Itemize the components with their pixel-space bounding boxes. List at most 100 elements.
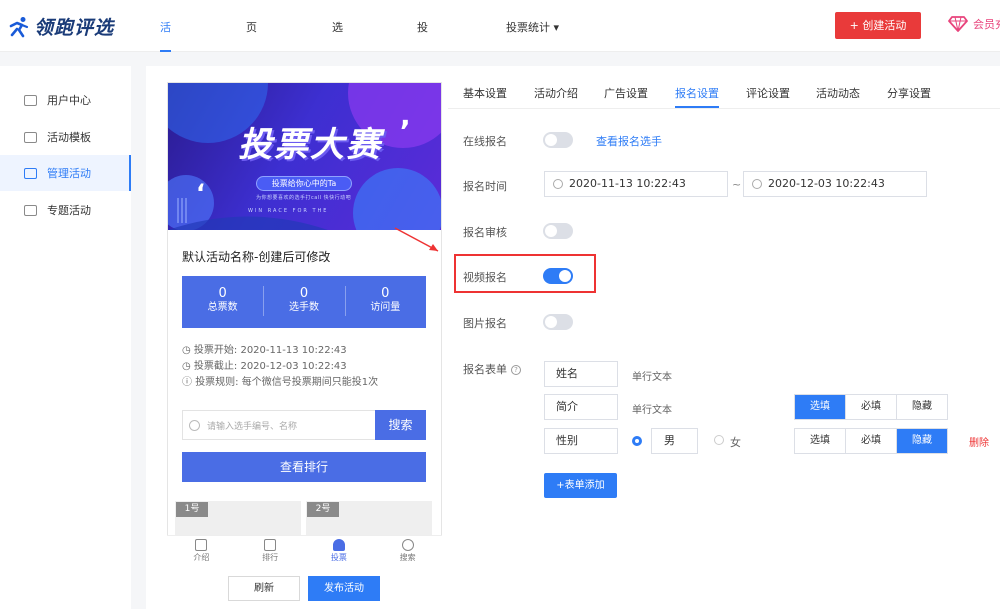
- contestant-number-badge: 1号: [176, 502, 208, 517]
- add-form-field-button[interactable]: +表单添加: [544, 473, 617, 498]
- contestant-tile[interactable]: 2号: [306, 501, 432, 535]
- delete-field-button[interactable]: 删除: [969, 434, 989, 449]
- sidebar: 用户中心 活动模板 管理活动 专题活动: [0, 66, 131, 609]
- gender-radio-female[interactable]: [714, 435, 724, 445]
- member-label: 会员充: [973, 18, 1000, 31]
- tab-activity-intro[interactable]: 活动介绍: [534, 82, 578, 108]
- image-signup-label: 图片报名: [463, 317, 507, 330]
- option-required[interactable]: 必填: [846, 429, 897, 453]
- nav-vote-settings[interactable]: 投票设置: [417, 0, 428, 202]
- app-logo[interactable]: 领跑评选: [8, 13, 114, 40]
- form-field-intro-input[interactable]: 简介: [544, 394, 618, 420]
- signup-review-label: 报名审核: [463, 226, 507, 239]
- runner-logo-icon: [9, 16, 29, 37]
- stats-bar: 0 总票数 0 选手数 0 访问量: [182, 276, 426, 328]
- sidebar-item-label: 管理活动: [47, 167, 91, 180]
- option-optional[interactable]: 选填: [795, 429, 846, 453]
- form-field-type: 单行文本: [632, 372, 672, 383]
- stat-label: 总票数: [207, 302, 238, 313]
- search-button[interactable]: 搜索: [375, 410, 426, 440]
- signup-review-toggle[interactable]: [543, 223, 573, 239]
- tab-basic-settings[interactable]: 基本设置: [463, 82, 507, 108]
- top-bar: 领跑评选 活动设置 页面设置 选手管理 投票设置 投票统计 ▾ + 创建活动 会…: [0, 0, 1000, 202]
- tab-share-settings[interactable]: 分享设置: [887, 82, 931, 108]
- member-recharge-link[interactable]: 会员充: [948, 16, 1000, 32]
- form-field-type: 单行文本: [632, 405, 672, 416]
- help-icon[interactable]: ?: [511, 365, 521, 375]
- signup-end-value: 2020-12-03 10:22:43: [768, 177, 885, 190]
- online-signup-label: 在线报名: [463, 135, 507, 148]
- vote-end-text: 投票截止: 2020-12-03 10:22:43: [193, 361, 347, 372]
- stat-value: 0: [381, 286, 390, 301]
- create-activity-button[interactable]: + 创建活动: [835, 12, 921, 39]
- tab-label: 排行: [262, 553, 279, 562]
- preview-tab-bar: 介绍 排行 投票 搜索: [167, 535, 442, 569]
- clock-icon: [553, 179, 563, 189]
- tabs-divider: [448, 108, 1000, 109]
- svg-text:‘: ‘: [196, 179, 205, 207]
- tab-ad-settings[interactable]: 广告设置: [604, 82, 648, 108]
- refresh-button[interactable]: 刷新: [228, 576, 300, 601]
- banner-english-caption: WIN RACE FOR THE: [248, 208, 329, 214]
- publish-activity-button[interactable]: 发布活动: [308, 576, 380, 601]
- view-ranking-button[interactable]: 查看排行: [182, 452, 426, 482]
- sidebar-item-label: 活动模板: [47, 131, 91, 144]
- tab-signup-settings[interactable]: 报名设置: [675, 82, 719, 108]
- diamond-icon: [948, 16, 968, 32]
- option-optional[interactable]: 选填: [795, 395, 846, 419]
- video-signup-toggle[interactable]: [543, 268, 573, 284]
- tab-vote[interactable]: 投票: [305, 536, 374, 569]
- option-hidden[interactable]: 隐藏: [897, 429, 947, 453]
- nav-page-settings[interactable]: 页面设置: [246, 0, 257, 202]
- online-signup-toggle[interactable]: [543, 132, 573, 148]
- form-field-gender-input[interactable]: 性别: [544, 428, 618, 454]
- vote-start-info: ◷ 投票开始: 2020-11-13 10:22:43: [182, 345, 347, 356]
- banner-slogan: 投票给你心中的Ta: [256, 176, 352, 191]
- sidebar-item-label: 用户中心: [47, 94, 91, 107]
- tab-ranking[interactable]: 排行: [236, 536, 305, 569]
- option-hidden[interactable]: 隐藏: [897, 395, 947, 419]
- vote-rule-text: 投票规则: 每个微信号投票期间只能投1次: [195, 377, 379, 388]
- option-required[interactable]: 必填: [846, 395, 897, 419]
- gender-field-requirement-selector: 选填 必填 隐藏: [794, 428, 948, 454]
- sidebar-item-topic-activities[interactable]: 专题活动: [0, 192, 131, 228]
- date-range-separator: ~: [732, 178, 742, 191]
- signup-end-input[interactable]: 2020-12-03 10:22:43: [743, 171, 927, 197]
- stat-total-votes: 0 总票数: [182, 276, 263, 328]
- contestant-search: 请输入选手编号、名称 搜索: [182, 410, 426, 440]
- search-icon: [401, 539, 414, 551]
- gender-radio-male[interactable]: [632, 436, 642, 446]
- gender-option-female-label: 女: [730, 436, 741, 449]
- vote-end-info: ◷ 投票截止: 2020-12-03 10:22:43: [182, 361, 347, 372]
- video-signup-label: 视频报名: [463, 271, 507, 284]
- tab-label: 介绍: [193, 553, 210, 562]
- nav-vote-statistics[interactable]: 投票统计 ▾: [506, 0, 559, 52]
- search-input[interactable]: 请输入选手编号、名称: [207, 419, 297, 432]
- tab-activity-feed[interactable]: 活动动态: [816, 82, 860, 108]
- stat-visits: 0 访问量: [344, 276, 426, 328]
- vote-rule-info: ⓘ 投票规则: 每个微信号投票期间只能投1次: [182, 377, 379, 388]
- form-field-name-input[interactable]: 姓名: [544, 361, 618, 387]
- signup-time-label: 报名时间: [463, 180, 507, 193]
- user-card-icon: [24, 94, 37, 106]
- document-icon: [195, 539, 208, 551]
- sidebar-item-manage-activities[interactable]: 管理活动: [0, 155, 131, 191]
- tab-search[interactable]: 搜索: [373, 536, 442, 569]
- contestant-tile[interactable]: 1号: [175, 501, 301, 535]
- sidebar-item-user-center[interactable]: 用户中心: [0, 82, 131, 118]
- svg-text:,: ,: [400, 99, 411, 132]
- tab-comment-settings[interactable]: 评论设置: [746, 82, 790, 108]
- vote-start-text: 投票开始: 2020-11-13 10:22:43: [193, 345, 347, 356]
- tab-intro[interactable]: 介绍: [167, 536, 236, 569]
- topic-icon: [24, 204, 37, 216]
- sidebar-item-templates[interactable]: 活动模板: [0, 119, 131, 155]
- tab-label: 投票: [330, 553, 347, 562]
- view-signups-link[interactable]: 查看报名选手: [596, 133, 662, 149]
- signup-start-input[interactable]: 2020-11-13 10:22:43: [544, 171, 728, 197]
- stat-label: 选手数: [288, 302, 319, 313]
- nav-contestant-management[interactable]: 选手管理: [332, 0, 343, 202]
- gender-option-male-input[interactable]: 男: [651, 428, 698, 454]
- image-signup-toggle[interactable]: [543, 314, 573, 330]
- nav-activity-settings[interactable]: 活动设置: [160, 0, 171, 202]
- banner-title: 投票大赛: [238, 125, 382, 165]
